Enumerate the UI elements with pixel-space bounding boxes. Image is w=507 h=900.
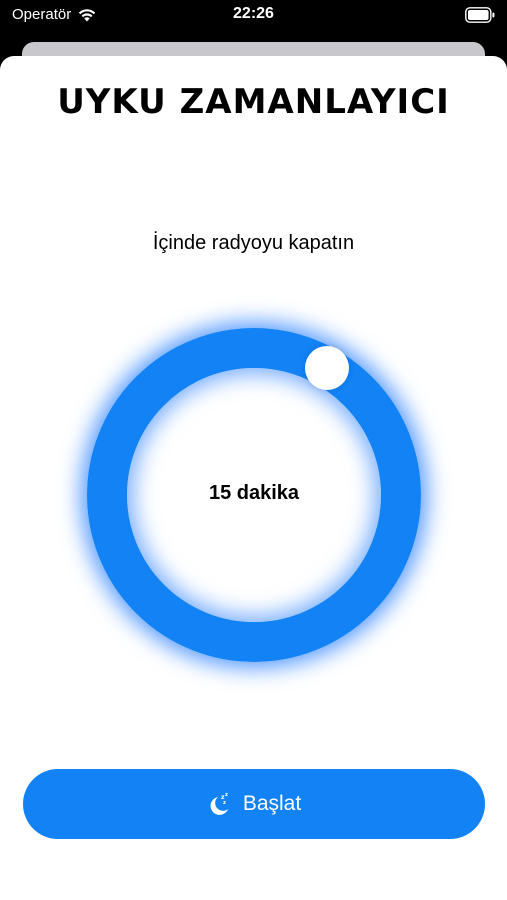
page-title: UYKU ZAMANLAYICI [57,82,450,122]
timer-dial[interactable]: 15 dakika [87,328,421,662]
status-bar: Operatör 22:26 [0,0,507,34]
moon-zzz-icon: z z z [210,792,228,815]
start-button-label: Başlat [242,792,302,815]
svg-text:z: z [223,800,226,806]
screen: Operatör 22:26 UYKU ZAMANLAYICI İçinde r… [0,0,507,900]
battery-icon [465,7,495,23]
dial-knob[interactable] [305,346,349,390]
status-time: 22:26 [233,5,274,22]
sleep-timer-sheet: UYKU ZAMANLAYICI İçinde radyoyu kapatın … [0,56,507,900]
svg-text:z: z [225,792,228,798]
subtitle: İçinde radyoyu kapatın [152,232,355,254]
dial-value: 15 dakika [208,482,300,504]
start-button[interactable]: z z z Başlat [23,769,485,839]
